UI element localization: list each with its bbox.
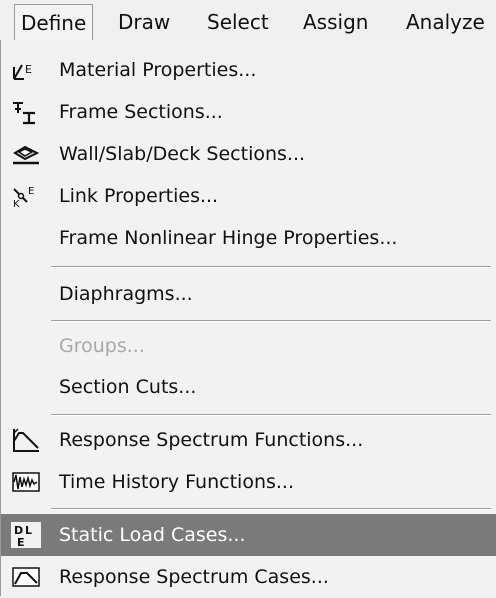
menu-item-label: Diaphragms...: [59, 283, 193, 305]
menu-item-frame-nonlinear-hinge-properties[interactable]: Frame Nonlinear Hinge Properties...: [1, 217, 496, 259]
define-dropdown-menu: E Material Properties... Frame Sections.…: [0, 40, 496, 596]
menu-item-response-spectrum-functions[interactable]: Response Spectrum Functions...: [1, 419, 496, 461]
menu-item-diaphragms[interactable]: Diaphragms...: [1, 273, 496, 315]
menu-separator: [51, 414, 491, 416]
menu-separator: [51, 320, 491, 322]
menu-item-link-properties[interactable]: E K Link Properties...: [1, 175, 496, 217]
static-load-cases-icon: D L E: [11, 522, 41, 548]
menu-item-label: Wall/Slab/Deck Sections...: [59, 143, 306, 165]
menu-item-label: Response Spectrum Functions...: [59, 429, 364, 451]
menu-separator: [51, 508, 491, 510]
svg-text:E: E: [25, 63, 32, 76]
menu-item-groups: Groups...: [1, 325, 496, 367]
menu-select[interactable]: Select: [207, 7, 269, 37]
svg-text:E: E: [28, 186, 34, 197]
link-properties-icon: E K: [11, 183, 41, 209]
material-properties-icon: E: [11, 57, 41, 83]
menu-item-label: Groups...: [59, 335, 145, 357]
menu-item-label: Time History Functions...: [59, 471, 295, 493]
menu-item-label: Response Spectrum Cases...: [59, 566, 329, 588]
menu-item-section-cuts[interactable]: Section Cuts...: [1, 366, 496, 408]
menu-item-label: Static Load Cases...: [59, 524, 246, 546]
menu-separator: [51, 266, 491, 268]
menu-assign[interactable]: Assign: [303, 7, 368, 37]
menu-analyze[interactable]: Analyze: [406, 7, 485, 37]
menu-item-label: Link Properties...: [59, 185, 219, 207]
menu-define[interactable]: Define: [14, 4, 94, 41]
response-spectrum-cases-icon: [11, 564, 41, 590]
menu-item-material-properties[interactable]: E Material Properties...: [1, 49, 496, 91]
frame-sections-icon: [11, 99, 41, 125]
menu-item-label: Material Properties...: [59, 59, 257, 81]
svg-text:E: E: [17, 536, 25, 548]
menu-item-label: Frame Nonlinear Hinge Properties...: [59, 227, 398, 249]
menu-item-frame-sections[interactable]: Frame Sections...: [1, 91, 496, 133]
menu-item-static-load-cases[interactable]: D L E Static Load Cases...: [1, 514, 496, 556]
wall-slab-deck-icon: [11, 141, 41, 167]
menu-bar: Define Draw Select Assign Analyze: [0, 0, 496, 42]
menu-item-response-spectrum-cases[interactable]: Response Spectrum Cases...: [1, 556, 496, 598]
menu-item-time-history-functions[interactable]: Time History Functions...: [1, 461, 496, 503]
menu-item-wall-slab-deck-sections[interactable]: Wall/Slab/Deck Sections...: [1, 133, 496, 175]
menu-item-label: Section Cuts...: [59, 376, 197, 398]
menu-item-label: Frame Sections...: [59, 101, 223, 123]
svg-text:K: K: [13, 199, 20, 209]
menu-draw[interactable]: Draw: [118, 7, 170, 37]
svg-text:L: L: [25, 524, 32, 537]
response-spectrum-functions-icon: [11, 427, 41, 453]
time-history-functions-icon: [11, 469, 41, 495]
